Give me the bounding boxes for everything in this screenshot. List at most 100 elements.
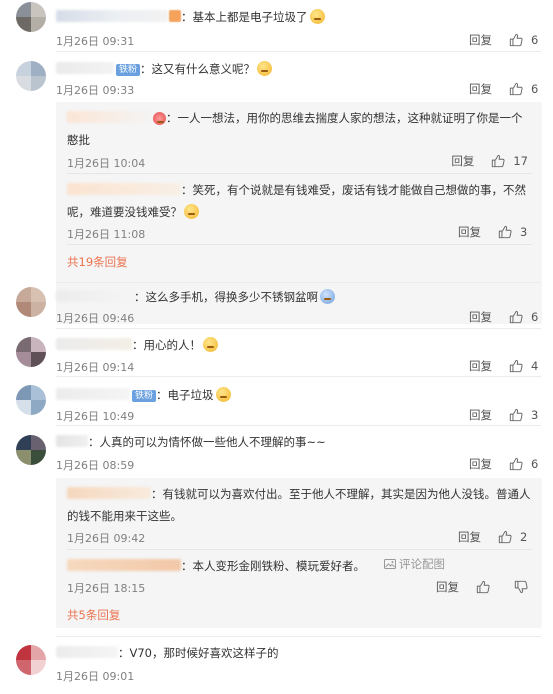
username[interactable] — [56, 435, 88, 447]
avatar[interactable] — [16, 2, 46, 32]
like-count: 3 — [531, 408, 539, 422]
username[interactable] — [56, 388, 130, 400]
username[interactable] — [56, 290, 134, 302]
reply-button[interactable]: 回复 — [436, 579, 460, 595]
comment-time: 1月26日 09:14 — [56, 361, 135, 374]
more-replies-link[interactable]: 共5条回复 — [67, 607, 120, 623]
like-count: 6 — [531, 310, 539, 324]
username[interactable] — [67, 487, 151, 499]
comment-time: 1月26日 10:49 — [56, 410, 135, 423]
reply-button[interactable]: 回复 — [469, 358, 493, 374]
thumbs-down-icon — [514, 580, 528, 594]
thumbs-up-icon — [492, 154, 505, 168]
comment-time: 1月26日 09:46 — [56, 312, 135, 325]
comment-time: 1月26日 09:31 — [56, 35, 135, 48]
comment-actions: 回复 6 — [469, 81, 539, 97]
reply-actions: 回复 2 — [458, 529, 528, 545]
thumbs-up-icon — [509, 33, 523, 47]
comment-line: ：基本上都是电子垃圾了 — [56, 9, 541, 25]
comment-time: 1月26日 08:59 — [56, 459, 135, 472]
laughing-tears-emoji-icon — [215, 387, 231, 402]
like-button[interactable] — [476, 580, 498, 594]
like-count: 17 — [513, 154, 528, 168]
thinking-emoji-icon — [257, 61, 273, 76]
comment-text: 基本上都是电子垃圾了 — [192, 10, 308, 24]
comment-line: 铁粉 ：这又有什么意义呢？ — [56, 61, 541, 77]
more-replies-link[interactable]: 共19条回复 — [67, 254, 128, 270]
like-button[interactable]: 6 — [509, 33, 539, 47]
separator: ： — [151, 487, 163, 501]
avatar[interactable] — [16, 645, 46, 675]
reply-button[interactable]: 回复 — [451, 153, 475, 169]
comment-line: ：V70，那时候好喜欢这样子的 — [56, 645, 541, 661]
like-button[interactable]: 17 — [491, 154, 528, 168]
comment-image-label: 评论配图 — [399, 557, 445, 571]
separator: ： — [132, 338, 144, 352]
comment-text: 这么多手机，得换多少不锈钢盆啊 — [145, 290, 319, 304]
reply-time: 1月26日 11:08 — [67, 228, 146, 241]
like-button[interactable]: 2 — [498, 530, 528, 544]
comment-actions: 回复 6 — [469, 32, 539, 48]
reply-button[interactable]: 回复 — [469, 456, 493, 472]
comment-text: 用心的人！ — [143, 338, 202, 352]
username[interactable] — [67, 111, 151, 123]
reply-line: ：笑死，有个说就是有钱难受，废话有钱才能做自己想做的事，不然呢，难道要没钱难受？ — [67, 179, 532, 223]
reply-actions: 回复 17 — [451, 153, 528, 169]
comment-text: 人真的可以为情怀做一些他人不理解的事~~ — [99, 435, 326, 449]
like-count: 6 — [531, 82, 539, 96]
username[interactable] — [56, 10, 168, 22]
username[interactable] — [56, 338, 132, 350]
username[interactable] — [67, 559, 181, 571]
fan-badge: 铁粉 — [116, 64, 141, 76]
reply-button[interactable]: 回复 — [469, 81, 493, 97]
thumbs-up-icon — [509, 408, 523, 422]
laughing-tears-emoji-icon — [309, 9, 325, 24]
avatar[interactable] — [16, 287, 46, 317]
sweating-face-emoji-icon — [320, 289, 335, 304]
comment-text: V70，那时候好喜欢这样子的 — [129, 646, 279, 660]
reply-button[interactable]: 回复 — [458, 224, 482, 240]
divider — [67, 244, 532, 245]
comment-line: 铁粉 ：电子垃圾 — [56, 387, 541, 403]
reply-button[interactable]: 回复 — [469, 32, 493, 48]
comment-time: 1月26日 09:01 — [56, 670, 135, 683]
username[interactable] — [67, 183, 181, 195]
dislike-button[interactable] — [514, 580, 528, 594]
like-button[interactable]: 6 — [509, 457, 539, 471]
like-button[interactable]: 4 — [509, 359, 539, 373]
reply-button[interactable]: 回复 — [469, 407, 493, 423]
user-badge-icon — [169, 10, 181, 22]
separator: ： — [181, 559, 193, 573]
separator: ： — [88, 435, 100, 449]
username[interactable] — [56, 62, 114, 74]
divider — [56, 376, 541, 377]
comment-image-link[interactable]: 评论配图 — [384, 556, 445, 572]
reply-line: ：有钱就可以为喜欢付出。至于他人不理解，其实是因为他人没钱。普通人的钱不能用来干… — [67, 483, 532, 527]
reply-time: 1月26日 09:42 — [67, 532, 146, 545]
avatar[interactable] — [16, 61, 46, 91]
separator: ： — [134, 290, 146, 304]
avatar[interactable] — [16, 385, 46, 415]
separator: ： — [156, 388, 168, 402]
heart-eyes-emoji-icon — [153, 112, 166, 125]
like-count: 6 — [531, 33, 539, 47]
reply-button[interactable]: 回复 — [458, 529, 482, 545]
reply-actions: 回复 — [436, 579, 528, 595]
avatar[interactable] — [16, 435, 46, 465]
divider — [67, 173, 532, 174]
tongue-out-emoji-icon — [184, 204, 199, 219]
avatar[interactable] — [16, 337, 46, 367]
comment-line: ：人真的可以为情怀做一些他人不理解的事~~ — [56, 434, 541, 450]
thumbs-up-icon — [509, 457, 523, 471]
reply-line: ：一人一想法，用你的思维去揣度人家的想法，这种就证明了你是一个憨批 — [67, 107, 532, 151]
username[interactable] — [56, 646, 118, 658]
like-button[interactable]: 6 — [509, 82, 539, 96]
like-button[interactable]: 6 — [509, 310, 539, 324]
like-count: 2 — [520, 530, 528, 544]
reply-time: 1月26日 18:15 — [67, 582, 146, 595]
reply-button[interactable]: 回复 — [469, 309, 493, 325]
like-button[interactable]: 3 — [498, 225, 528, 239]
separator: ： — [181, 183, 193, 197]
thumbs-up-icon — [476, 580, 490, 594]
like-button[interactable]: 3 — [509, 408, 539, 422]
